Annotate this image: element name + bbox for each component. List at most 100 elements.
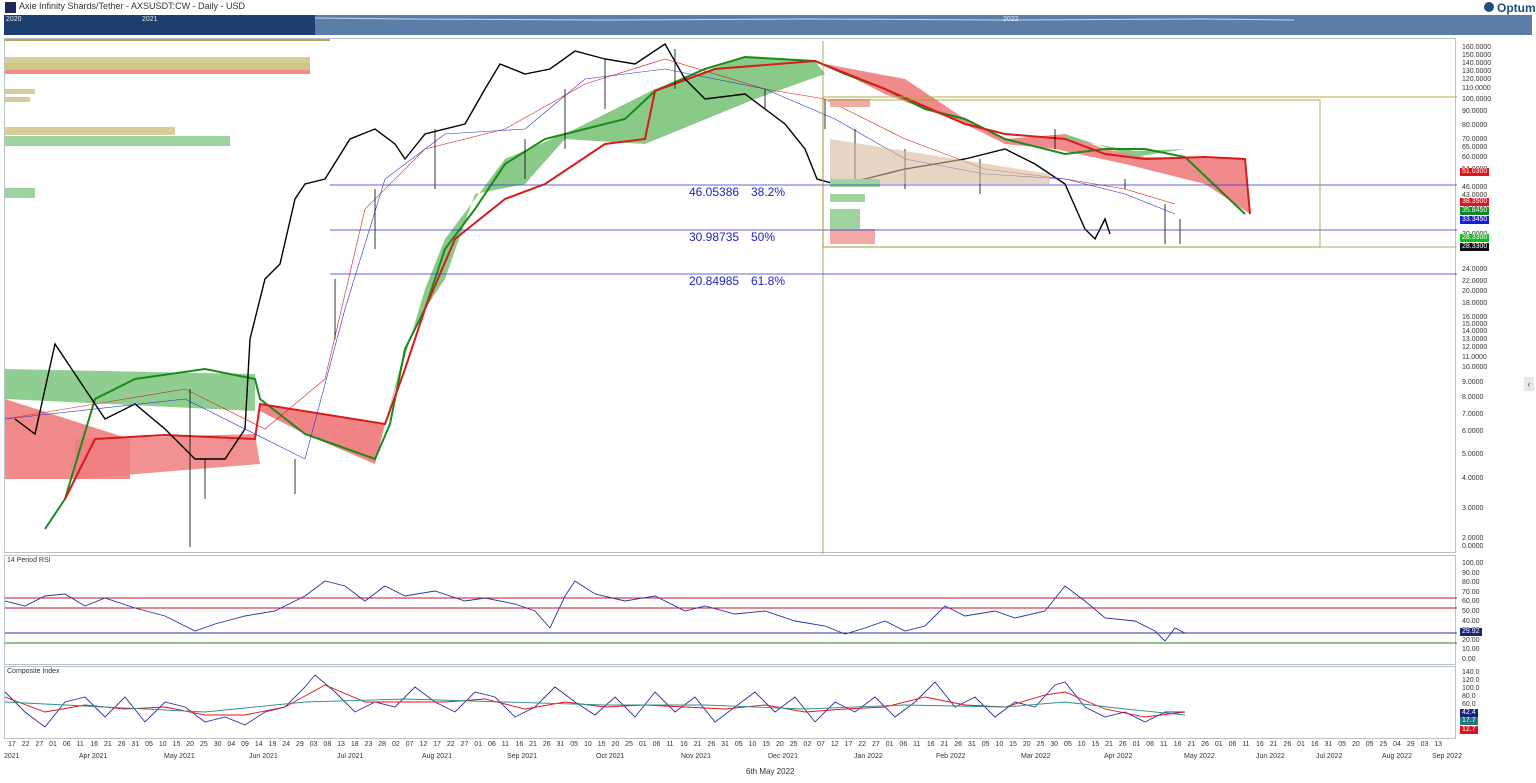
- ichimoku-cloud: [5, 57, 1250, 479]
- time-axis-day-label: 16: [515, 741, 524, 748]
- time-axis[interactable]: 17 22 27 01 06 11 16 21 26 31 05 10 15 20 25 30 04 09 14 19…: [4, 739, 1462, 769]
- time-axis-day-label: 15: [172, 741, 181, 748]
- time-axis-day-label: 30: [1050, 741, 1059, 748]
- price-axis-label: 16.0000: [1462, 314, 1488, 321]
- composite-slow-avg: [5, 698, 1186, 716]
- time-axis-day-label: 06: [1146, 741, 1155, 748]
- time-axis-month-label: Jun 2022: [1256, 753, 1285, 760]
- time-axis-month-label: Jan 2022: [854, 753, 883, 760]
- price-axis-label: 110.0000: [1462, 85, 1491, 92]
- time-axis-day-label: 06: [1228, 741, 1237, 748]
- price-marker-tag: 35.8450: [1460, 207, 1490, 215]
- time-axis-day-label: 20: [611, 741, 620, 748]
- time-axis-day-label: 02: [803, 741, 812, 748]
- price-axis-label: 10.0000: [1462, 364, 1488, 371]
- time-axis-day-label: 20: [1352, 741, 1360, 748]
- navigator-year-label: 2020: [6, 16, 22, 23]
- price-axis[interactable]: 160.0000 150.0000 140.0000 130.0000 120.0000…: [1456, 38, 1536, 553]
- time-axis-day-label: 21: [1105, 741, 1113, 748]
- composite-axis: 140.0120.0100.080.060.040.020.042.417.71…: [1456, 666, 1536, 739]
- time-axis-day-label: 07: [405, 741, 414, 748]
- navigator-year-label: 2022: [1003, 16, 1019, 23]
- composite-pane[interactable]: Composite Index: [4, 666, 1456, 739]
- volume-profile-left: [5, 39, 330, 198]
- time-axis-day-label: 27: [460, 741, 469, 748]
- price-chart-pane[interactable]: 46.05386 38.2% 30.98735 50% 20.84985 61.…: [4, 38, 1457, 554]
- time-axis-day-label: 15: [762, 741, 771, 748]
- rsi-axis-label: 100.00: [1462, 560, 1484, 567]
- price-marker-tag: 28.3300: [1460, 234, 1490, 242]
- price-axis-label: 6.0000: [1462, 428, 1484, 435]
- time-axis-day-label: 16: [90, 741, 99, 748]
- time-axis-day-label: 01: [1132, 741, 1141, 748]
- time-axis-day-label: 11: [1160, 741, 1168, 748]
- composite-axis-label: 140.0: [1462, 669, 1480, 676]
- time-axis-month-label: Apr 2021: [79, 753, 108, 760]
- price-axis-label: 9.0000: [1462, 379, 1484, 386]
- time-axis-day-label: 04: [1393, 741, 1401, 748]
- navigator-year-label: 2021: [142, 16, 158, 23]
- price-marker-tag: 33.3450: [1460, 216, 1490, 224]
- time-axis-day-label: 11: [666, 741, 674, 748]
- price-axis-label: 15.0000: [1462, 321, 1488, 328]
- fib-price-label: 46.05386: [689, 185, 740, 199]
- time-axis-day-label: 13: [1434, 741, 1443, 748]
- time-axis-day-label: 13: [337, 741, 345, 748]
- price-marker-tag: 51.0300: [1460, 168, 1490, 176]
- time-axis-day-label: 11: [913, 741, 921, 748]
- time-axis-day-label: 22: [21, 741, 30, 748]
- composite-value-tag: 42.4: [1460, 709, 1478, 717]
- time-axis-day-label: 10: [158, 741, 167, 748]
- price-axis-label: 20.0000: [1462, 288, 1488, 295]
- fib-pct-label: 61.8%: [751, 274, 786, 288]
- time-axis-day-label: 20: [776, 741, 784, 748]
- price-axis-label: 130.0000: [1462, 68, 1492, 75]
- time-axis-day-label: 21: [693, 741, 702, 748]
- time-axis-day-label: 01: [885, 741, 894, 748]
- time-axis-day-label: 01: [638, 741, 647, 748]
- time-axis-day-label: 17: [8, 741, 16, 748]
- time-axis-month-label: Apr 2022: [1104, 753, 1133, 760]
- price-axis-label: 2.0000: [1462, 535, 1484, 542]
- time-axis-day-label: 29: [296, 741, 304, 748]
- time-axis-day-label: 25: [625, 741, 633, 748]
- rsi-line: [5, 580, 1186, 642]
- price-axis-label: 18.0000: [1462, 300, 1488, 307]
- rsi-axis-label: 90.00: [1462, 569, 1480, 577]
- time-axis-day-label: 28: [378, 741, 387, 748]
- price-axis-label: 3.0000: [1462, 505, 1484, 512]
- time-axis-day-label: 06: [62, 741, 71, 748]
- time-axis-day-label: 15: [1009, 741, 1017, 748]
- price-axis-label: 70.0000: [1462, 136, 1488, 143]
- time-axis-day-label: 10: [1077, 741, 1086, 748]
- rsi-axis-label: 0.00: [1462, 656, 1476, 663]
- price-axis-label: 100.0000: [1462, 96, 1492, 103]
- time-axis-day-label: 11: [1242, 741, 1250, 748]
- price-axis-label: 90.0000: [1462, 108, 1488, 115]
- composite-axis-label: 100.0: [1462, 685, 1480, 692]
- time-axis-day-label: 05: [145, 741, 153, 748]
- time-axis-day-label: 04: [227, 741, 236, 748]
- time-axis-day-label: 21: [529, 741, 537, 748]
- app-logo-icon[interactable]: [5, 2, 16, 13]
- time-axis-month-label: May 2021: [164, 753, 195, 760]
- time-axis-month-label: Aug 2021: [422, 753, 452, 760]
- collapse-panel-icon[interactable]: ‹: [1524, 377, 1534, 391]
- rsi-axis-label: 40.00: [1462, 617, 1480, 625]
- time-axis-day-label: 26: [1283, 741, 1292, 748]
- price-axis-label: 65.0000: [1462, 144, 1488, 151]
- brand-name: Optuma: [1497, 1, 1536, 15]
- time-axis-day-label: 21: [104, 741, 112, 748]
- time-axis-day-label: 05: [734, 741, 743, 748]
- rsi-pane[interactable]: 14 Period RSI: [4, 555, 1457, 665]
- time-axis-day-label: 31: [721, 741, 729, 748]
- composite-line: [5, 674, 1185, 728]
- price-axis-label: 46.0000: [1462, 184, 1488, 191]
- time-axis-day-label: 29: [1406, 741, 1415, 748]
- price-axis-label: 150.0000: [1462, 52, 1492, 59]
- brand-logo-icon: [1484, 2, 1494, 12]
- time-axis-month-label: Jun 2021: [249, 753, 278, 760]
- rsi-chart: [5, 580, 1457, 644]
- time-axis-day-label: 21: [1187, 741, 1196, 748]
- price-axis-label: 7.0000: [1462, 411, 1484, 418]
